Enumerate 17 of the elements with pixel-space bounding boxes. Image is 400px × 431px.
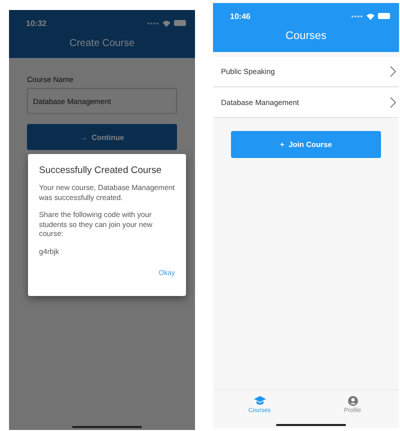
chevron-right-icon — [390, 66, 396, 77]
wifi-icon — [366, 12, 375, 20]
graduation-cap-icon — [254, 396, 266, 406]
status-time: 10:46 — [230, 12, 250, 20]
wifi-icon — [162, 20, 171, 26]
battery-icon — [378, 13, 391, 19]
battery-icon — [174, 20, 187, 26]
dialog-title: Successfully Created Course — [39, 165, 162, 176]
screen-title: Create Course — [68, 38, 136, 49]
chevron-right-icon — [390, 97, 396, 108]
person-icon — [348, 396, 358, 406]
home-indicator — [276, 424, 346, 426]
signal-icon — [147, 22, 159, 24]
home-indicator — [72, 426, 142, 428]
status-time: 10:32 — [26, 18, 46, 28]
screen-title: Courses — [284, 30, 328, 42]
signal-icon — [351, 14, 363, 18]
